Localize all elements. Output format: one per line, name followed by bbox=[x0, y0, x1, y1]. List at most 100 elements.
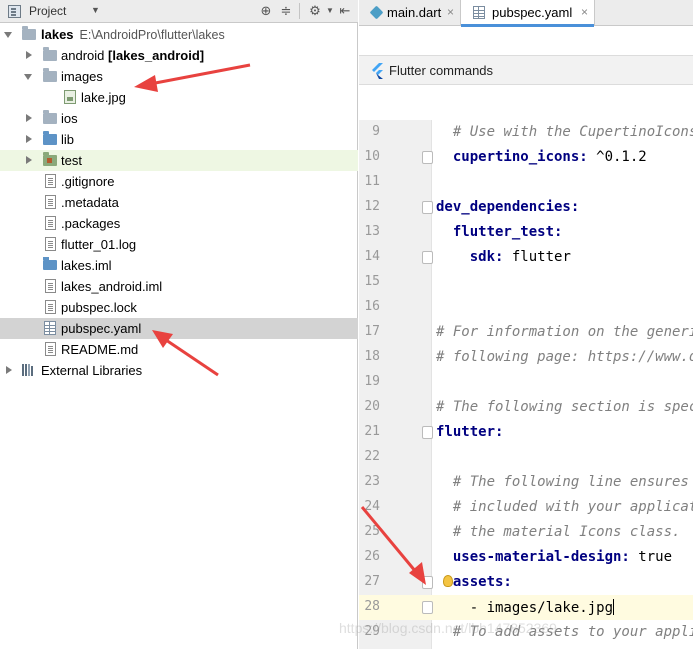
tree-item-test[interactable]: test bbox=[0, 150, 358, 171]
expand-arrow-icon[interactable] bbox=[26, 114, 32, 122]
yaml-key: uses-material-design: bbox=[436, 549, 630, 565]
line-number: 19 bbox=[364, 374, 380, 389]
hide-panel-icon[interactable]: ⇤ bbox=[337, 3, 353, 19]
code-line[interactable]: 26 uses-material-design: true bbox=[359, 545, 693, 570]
code-text: # following page: https://www.da bbox=[436, 349, 693, 365]
tree-item-label: android bbox=[61, 48, 105, 63]
tree-item-label: pubspec.lock bbox=[61, 300, 137, 315]
yaml-key: flutter: bbox=[436, 424, 504, 440]
code-line[interactable]: 15 bbox=[359, 270, 693, 295]
tree-item-packages[interactable]: .packages bbox=[0, 213, 358, 234]
code-comment: # The following section is speci bbox=[436, 399, 693, 415]
text-file-icon bbox=[45, 342, 56, 356]
tree-item-label: flutter_01.log bbox=[61, 237, 137, 252]
project-path: E:\AndroidPro\flutter\lakes bbox=[79, 28, 225, 42]
tree-item-external-libraries[interactable]: External Libraries bbox=[0, 360, 358, 381]
fold-marker-icon[interactable] bbox=[422, 576, 433, 589]
tree-item-label: pubspec.yaml bbox=[61, 321, 142, 336]
tree-item-lake-jpg[interactable]: lake.jpg bbox=[0, 87, 358, 108]
code-line[interactable]: 14 sdk: flutter bbox=[359, 245, 693, 270]
chevron-down-icon[interactable]: ▼ bbox=[91, 5, 100, 15]
code-line[interactable]: 23 # The following line ensures t bbox=[359, 470, 693, 495]
code-line[interactable]: 9 # Use with the CupertinoIcons bbox=[359, 120, 693, 145]
tree-item-gitignore[interactable]: .gitignore bbox=[0, 171, 358, 192]
tree-item-lib[interactable]: lib bbox=[0, 129, 358, 150]
code-line[interactable]: 10 cupertino_icons: ^0.1.2 bbox=[359, 145, 693, 170]
code-line[interactable]: 22 bbox=[359, 445, 693, 470]
tree-item-ios[interactable]: ios bbox=[0, 108, 358, 129]
tree-item-label: README.md bbox=[61, 342, 139, 357]
locate-target-icon[interactable]: ⊕ bbox=[258, 3, 274, 19]
code-text: # Use with the CupertinoIcons bbox=[436, 124, 693, 140]
code-text: # included with your applicatio bbox=[436, 499, 693, 515]
code-line[interactable]: 20 # The following section is speci bbox=[359, 395, 693, 420]
code-line[interactable]: 21 flutter: bbox=[359, 420, 693, 445]
tree-item-label: lakes.iml bbox=[61, 258, 112, 273]
code-line[interactable]: 13 flutter_test: bbox=[359, 220, 693, 245]
code-line[interactable]: 19 bbox=[359, 370, 693, 395]
code-editor[interactable]: 9 # Use with the CupertinoIcons 10 cuper… bbox=[359, 120, 693, 649]
code-text: # The following section is speci bbox=[436, 399, 693, 415]
close-icon[interactable]: × bbox=[447, 5, 454, 19]
line-number: 24 bbox=[364, 499, 380, 514]
code-line[interactable]: 11 bbox=[359, 170, 693, 195]
folder-icon bbox=[43, 68, 57, 82]
tree-item-lakes[interactable]: lakes E:\AndroidPro\flutter\lakes bbox=[0, 24, 358, 45]
expand-arrow-icon[interactable] bbox=[4, 32, 12, 38]
tree-item-lakes-iml[interactable]: lakes.iml bbox=[0, 255, 358, 276]
tree-item-lakes-android-iml[interactable]: lakes_android.iml bbox=[0, 276, 358, 297]
test-folder-icon bbox=[43, 152, 57, 166]
line-number: 10 bbox=[364, 149, 380, 164]
expand-arrow-icon[interactable] bbox=[6, 366, 12, 374]
code-line[interactable]: 12 dev_dependencies: bbox=[359, 195, 693, 220]
code-line[interactable]: 24 # included with your applicatio bbox=[359, 495, 693, 520]
code-text: cupertino_icons: ^0.1.2 bbox=[436, 149, 647, 165]
fold-marker-icon[interactable] bbox=[422, 426, 433, 439]
fold-marker-icon[interactable] bbox=[422, 251, 433, 264]
flutter-commands-link[interactable]: Flutter commands bbox=[389, 63, 493, 78]
tree-item-images[interactable]: images bbox=[0, 66, 358, 87]
tree-item-label: lib bbox=[61, 132, 75, 147]
code-line[interactable]: 16 bbox=[359, 295, 693, 320]
project-pane-title[interactable]: Project bbox=[29, 4, 66, 18]
fold-marker-icon[interactable] bbox=[422, 151, 433, 164]
chevron-down-icon[interactable]: ▼ bbox=[322, 3, 338, 19]
yaml-key: dev_dependencies: bbox=[436, 199, 580, 215]
code-line[interactable]: 27 assets: bbox=[359, 570, 693, 595]
folder-icon bbox=[43, 110, 57, 124]
gear-icon[interactable]: ⚙ bbox=[307, 3, 323, 19]
text-file-icon bbox=[45, 216, 56, 230]
collapse-all-icon[interactable]: ≑ bbox=[278, 3, 294, 19]
code-line[interactable]: 17 # For information on the generic bbox=[359, 320, 693, 345]
code-comment: # Use with the CupertinoIcons bbox=[436, 124, 693, 140]
tree-item-metadata[interactable]: .metadata bbox=[0, 192, 358, 213]
project-view-icon bbox=[8, 5, 21, 18]
tab-pubspec-yaml[interactable]: pubspec.yaml × bbox=[460, 0, 595, 27]
expand-arrow-icon[interactable] bbox=[26, 51, 32, 59]
code-text: sdk: flutter bbox=[436, 249, 571, 265]
code-line[interactable]: 25 # the material Icons class. bbox=[359, 520, 693, 545]
close-icon[interactable]: × bbox=[581, 5, 588, 19]
code-line[interactable]: 18 # following page: https://www.da bbox=[359, 345, 693, 370]
expand-arrow-icon[interactable] bbox=[26, 135, 32, 143]
code-line[interactable]: 28 - images/lake.jpg bbox=[359, 595, 693, 620]
tree-item-readme[interactable]: README.md bbox=[0, 339, 358, 360]
tree-item-pubspec-lock[interactable]: pubspec.lock bbox=[0, 297, 358, 318]
line-number: 22 bbox=[364, 449, 380, 464]
expand-arrow-icon[interactable] bbox=[24, 74, 32, 80]
fold-marker-icon[interactable] bbox=[422, 201, 433, 214]
line-number: 23 bbox=[364, 474, 380, 489]
expand-arrow-icon[interactable] bbox=[26, 156, 32, 164]
fold-marker-icon[interactable] bbox=[422, 601, 433, 614]
watermark: https://blog.csdn.net/lbh147852369 bbox=[339, 620, 557, 636]
tree-item-flutter-log[interactable]: flutter_01.log bbox=[0, 234, 358, 255]
line-number: 17 bbox=[364, 324, 380, 339]
tree-item-pubspec-yaml[interactable]: pubspec.yaml bbox=[0, 318, 358, 339]
editor-tab-bar: main.dart × pubspec.yaml × bbox=[359, 0, 693, 27]
tab-main-dart[interactable]: main.dart × bbox=[359, 0, 460, 26]
line-number: 18 bbox=[364, 349, 380, 364]
line-number: 9 bbox=[372, 124, 380, 139]
tree-item-label: .gitignore bbox=[61, 174, 115, 189]
tree-item-android[interactable]: android [lakes_android] bbox=[0, 45, 358, 66]
toolbar-divider bbox=[299, 3, 300, 19]
